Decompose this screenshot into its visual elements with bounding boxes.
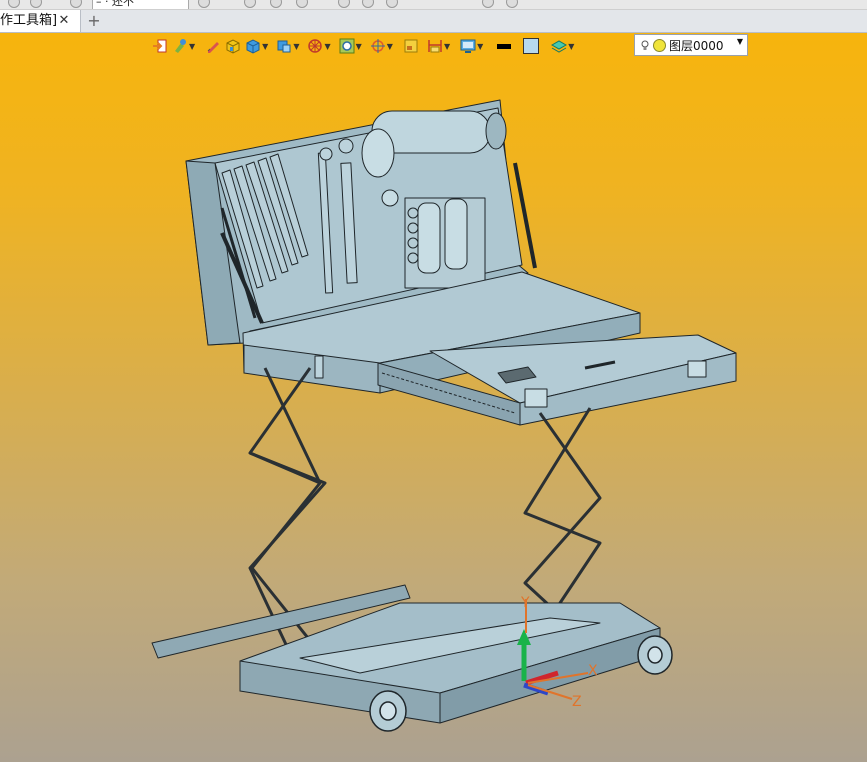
quick-access-toolbar: – · 还不 (0, 0, 867, 10)
document-tab-bar: 作工具箱] ✕ + (0, 10, 867, 33)
tool-icon[interactable] (244, 0, 256, 8)
tool-icon[interactable] (386, 0, 398, 8)
undo-icon[interactable] (8, 0, 20, 8)
axis-x-label: X (588, 663, 598, 679)
tab-toolbox-document[interactable]: 作工具箱] ✕ (0, 10, 81, 32)
new-tab-button[interactable]: + (86, 10, 102, 32)
tab-label: 作工具箱] (0, 13, 58, 28)
axis-z-label: Z (572, 694, 582, 710)
axis-y-label: Y (520, 595, 530, 611)
close-icon[interactable]: ✕ (57, 10, 71, 32)
tool-icon[interactable] (338, 0, 350, 8)
selection-filter-dropdown[interactable]: – · 还不 (92, 0, 189, 9)
cad-model-toolbox[interactable]: Y X Z (0, 33, 867, 762)
redo-icon[interactable] (30, 0, 42, 8)
tool-icon[interactable] (362, 0, 374, 8)
tool-icon[interactable] (270, 0, 282, 8)
tool-icon[interactable] (198, 0, 210, 8)
tool-icon[interactable] (296, 0, 308, 8)
tool-icon[interactable] (506, 0, 518, 8)
3d-viewport[interactable]: ▼ ▼ ▼ ▼ ▼ ▼ ▼ ▼ ▼ 图层0000 ▼ Y X Z (0, 33, 867, 762)
tool-icon[interactable] (482, 0, 494, 8)
save-icon[interactable] (70, 0, 82, 8)
